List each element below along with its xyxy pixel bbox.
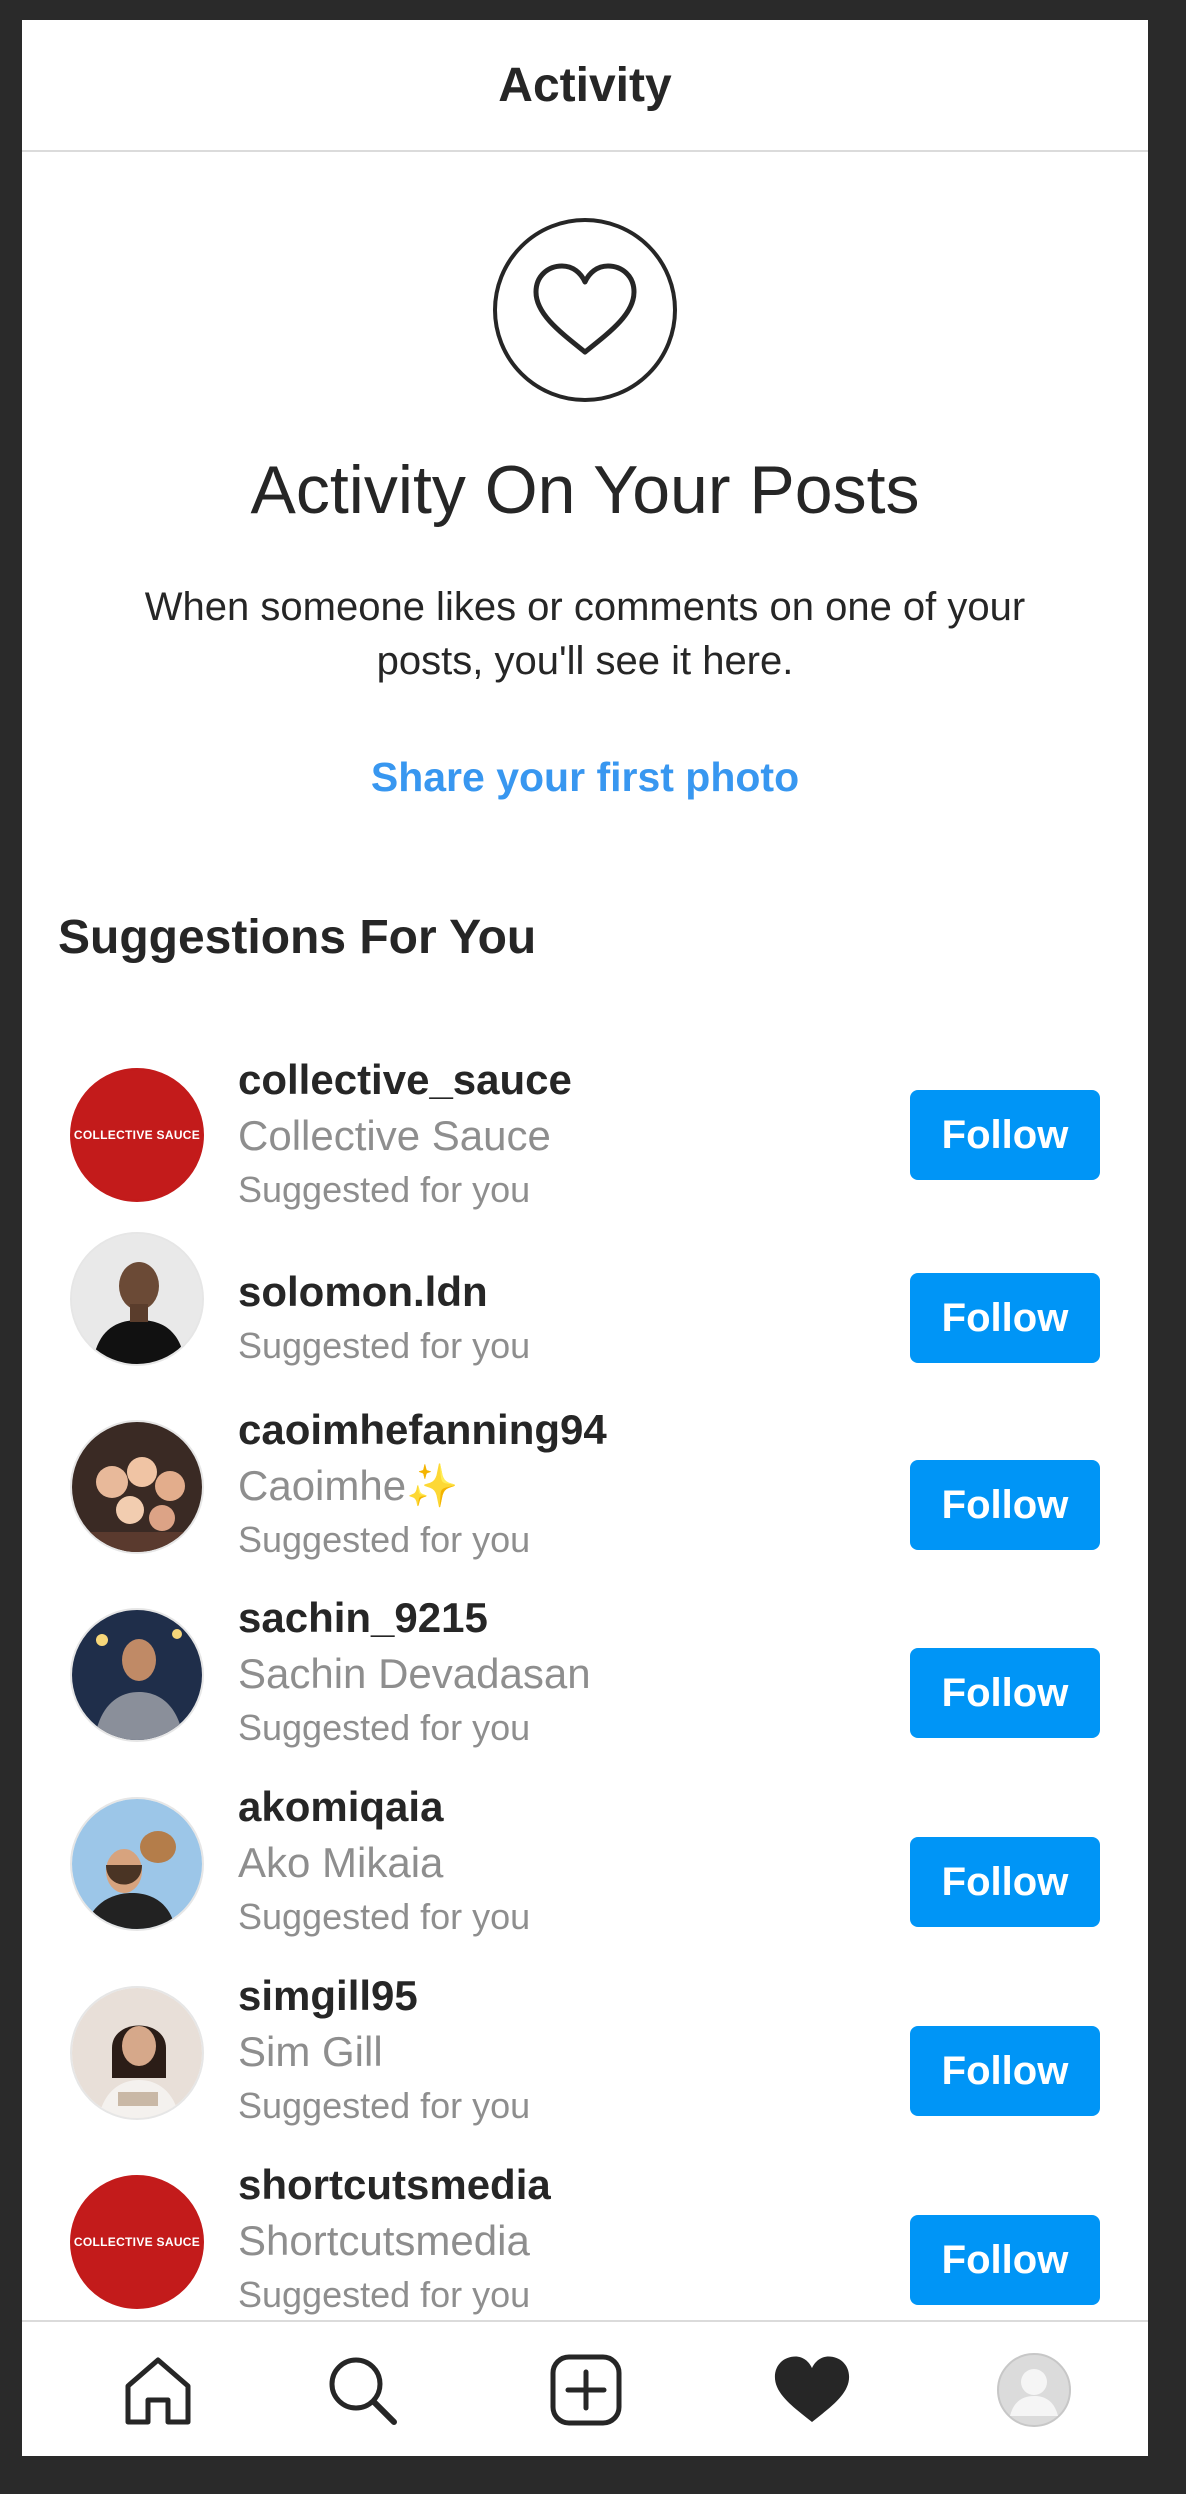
bottom-nav bbox=[22, 2320, 1148, 2456]
suggestion-text: sachin_9215 Sachin Devadasan Suggested f… bbox=[238, 1590, 591, 1754]
full-name: Sachin Devadasan bbox=[238, 1650, 591, 1697]
avatar[interactable] bbox=[70, 1420, 204, 1554]
username[interactable]: solomon.ldn bbox=[238, 1264, 530, 1320]
full-name: Shortcutsmedia bbox=[238, 2217, 530, 2264]
empty-state-description: When someone likes or comments on one of… bbox=[144, 585, 1026, 683]
avatar[interactable] bbox=[70, 1797, 204, 1931]
suggestion-row: COLLECTIVE SAUCE shortcutsmedia Shortcut… bbox=[22, 2143, 1148, 2323]
avatar-logo-text: COLLECTIVE SAUCE bbox=[73, 1128, 201, 1142]
follow-button[interactable]: Follow bbox=[910, 1460, 1100, 1550]
follow-button[interactable]: Follow bbox=[910, 1273, 1100, 1363]
page-title: Activity bbox=[498, 58, 672, 112]
avatar[interactable]: COLLECTIVE SAUCE bbox=[70, 1068, 204, 1202]
username[interactable]: akomiqaia bbox=[238, 1779, 530, 1835]
suggestion-text: collective_sauce Collective Sauce Sugges… bbox=[238, 1052, 572, 1216]
home-icon[interactable] bbox=[118, 2350, 198, 2430]
username[interactable]: simgill95 bbox=[238, 1968, 530, 2024]
avatar[interactable] bbox=[70, 1986, 204, 2120]
share-first-photo-link[interactable]: Share your first photo bbox=[22, 754, 1148, 801]
heart-outline-icon bbox=[493, 218, 677, 402]
suggested-label: Suggested for you bbox=[238, 2274, 531, 2315]
username[interactable]: caoimhefanning94 bbox=[238, 1402, 607, 1458]
suggested-label: Suggested for you bbox=[238, 2085, 531, 2126]
suggestions-heading: Suggestions For You bbox=[58, 911, 537, 964]
suggestion-text: solomon.ldn Suggested for you bbox=[238, 1264, 530, 1372]
suggestion-text: caoimhefanning94 Caoimhe✨ Suggested for … bbox=[238, 1402, 607, 1566]
suggestion-text: akomiqaia Ako Mikaia Suggested for you bbox=[238, 1779, 530, 1943]
follow-button[interactable]: Follow bbox=[910, 2215, 1100, 2305]
username[interactable]: shortcutsmedia bbox=[238, 2157, 551, 2213]
suggestion-text: shortcutsmedia Shortcutsmedia Suggested … bbox=[238, 2157, 551, 2321]
suggested-label: Suggested for you bbox=[238, 1896, 531, 1937]
activity-heart-icon[interactable] bbox=[772, 2350, 852, 2430]
suggested-label: Suggested for you bbox=[238, 1169, 531, 1210]
follow-button[interactable]: Follow bbox=[910, 1648, 1100, 1738]
avatar-logo-text: COLLECTIVE SAUCE bbox=[73, 2235, 201, 2249]
username[interactable]: sachin_9215 bbox=[238, 1590, 591, 1646]
activity-screen: Activity Activity On Your Posts When som… bbox=[22, 20, 1148, 2456]
suggestion-row: caoimhefanning94 Caoimhe✨ Suggested for … bbox=[22, 1388, 1148, 1568]
full-name: Caoimhe✨ bbox=[238, 1462, 459, 1509]
full-name: Ako Mikaia bbox=[238, 1839, 444, 1886]
header: Activity bbox=[22, 20, 1148, 152]
profile-icon[interactable] bbox=[994, 2350, 1074, 2430]
follow-button[interactable]: Follow bbox=[910, 1837, 1100, 1927]
suggestion-row: solomon.ldn Suggested for you Follow bbox=[22, 1216, 1148, 1396]
suggested-label: Suggested for you bbox=[238, 1325, 531, 1366]
suggested-label: Suggested for you bbox=[238, 1519, 531, 1560]
suggestion-row: akomiqaia Ako Mikaia Suggested for you F… bbox=[22, 1765, 1148, 1945]
new-post-icon[interactable] bbox=[546, 2350, 626, 2430]
follow-button[interactable]: Follow bbox=[910, 1090, 1100, 1180]
suggestion-row: sachin_9215 Sachin Devadasan Suggested f… bbox=[22, 1576, 1148, 1756]
suggested-label: Suggested for you bbox=[238, 1707, 531, 1748]
avatar[interactable] bbox=[70, 1232, 204, 1366]
follow-button[interactable]: Follow bbox=[910, 2026, 1100, 2116]
avatar[interactable] bbox=[70, 1608, 204, 1742]
suggestion-row: simgill95 Sim Gill Suggested for you Fol… bbox=[22, 1954, 1148, 2134]
avatar[interactable]: COLLECTIVE SAUCE bbox=[70, 2175, 204, 2309]
suggestion-text: simgill95 Sim Gill Suggested for you bbox=[238, 1968, 530, 2132]
full-name: Collective Sauce bbox=[238, 1112, 551, 1159]
full-name: Sim Gill bbox=[238, 2028, 383, 2075]
suggestion-row: COLLECTIVE SAUCE collective_sauce Collec… bbox=[22, 1034, 1148, 1214]
username[interactable]: collective_sauce bbox=[238, 1052, 572, 1108]
empty-state-title: Activity On Your Posts bbox=[250, 452, 920, 528]
search-icon[interactable] bbox=[322, 2350, 402, 2430]
